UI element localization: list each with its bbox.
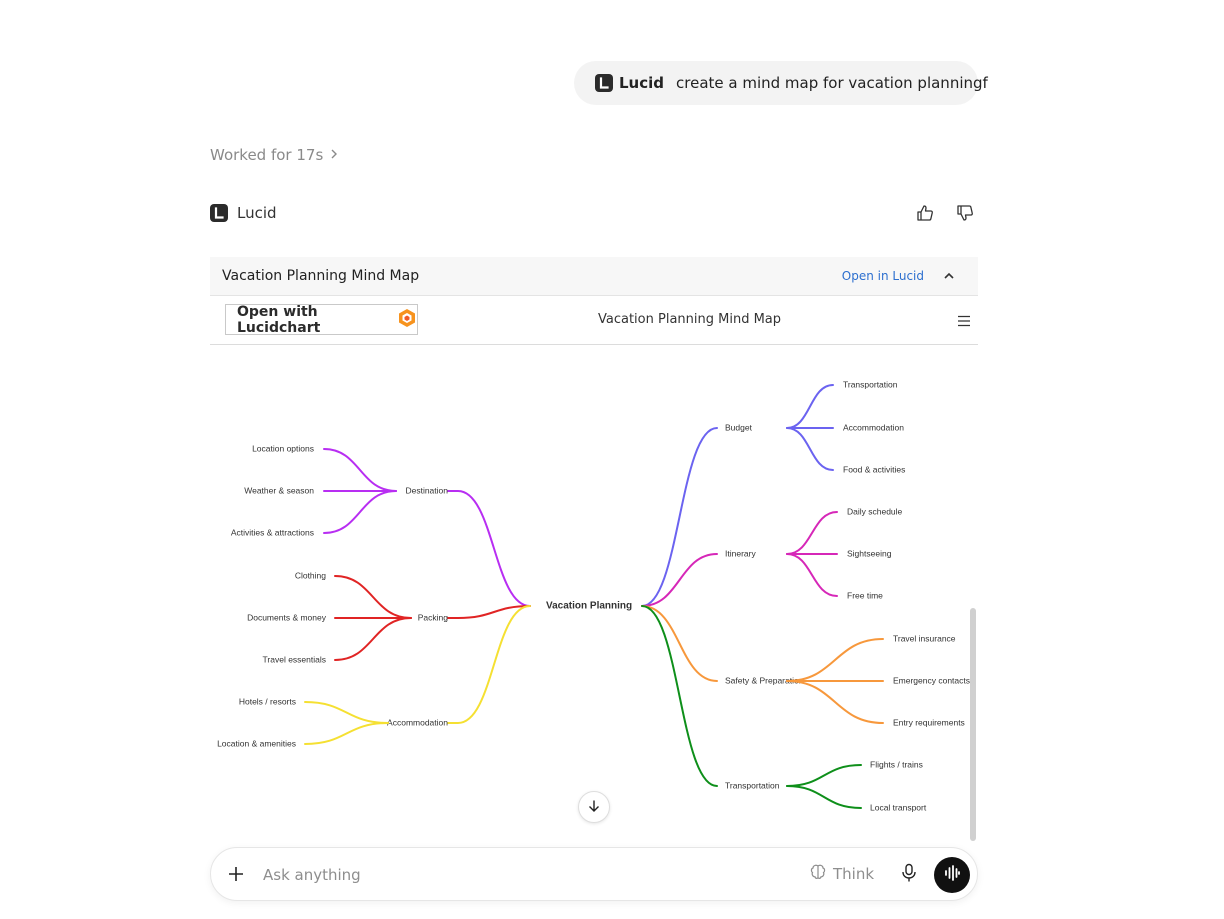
think-button[interactable]: Think bbox=[809, 863, 874, 885]
microphone-icon[interactable] bbox=[900, 863, 918, 882]
child-label: Emergency contacts bbox=[893, 675, 970, 685]
child-label: Flights / trains bbox=[870, 759, 923, 769]
child-connector bbox=[323, 490, 397, 534]
feedback-actions bbox=[916, 204, 974, 222]
chat-page: Lucid create a mind map for vacation pla… bbox=[0, 0, 1224, 919]
open-in-lucid-link[interactable]: Open in Lucid bbox=[842, 269, 924, 283]
user-message-text: create a mind map for vacation planningf bbox=[676, 74, 988, 92]
child-connector bbox=[304, 722, 389, 745]
branch-label: Budget bbox=[725, 422, 753, 432]
root-node-label: Vacation Planning bbox=[546, 601, 632, 612]
branch-label: Accommodation bbox=[387, 717, 448, 727]
branch-connector bbox=[447, 490, 531, 607]
lucid-logo-icon bbox=[595, 74, 613, 92]
child-connector bbox=[304, 701, 389, 724]
child-label: Accommodation bbox=[843, 422, 904, 432]
branch-label: Itinerary bbox=[725, 548, 756, 558]
canvas-scrollbar[interactable] bbox=[970, 608, 976, 841]
child-label: Food & activities bbox=[843, 464, 905, 474]
open-with-lucidchart-button[interactable]: Open with Lucidchart bbox=[225, 303, 418, 336]
scroll-to-bottom-button[interactable] bbox=[578, 791, 610, 823]
lucid-viewer-toolbar: Open with Lucidchart Vacation Planning M… bbox=[210, 296, 978, 345]
branch-label: Destination bbox=[405, 485, 448, 495]
child-connector bbox=[786, 511, 838, 555]
assistant-name: Lucid bbox=[237, 204, 277, 222]
child-label: Activities & attractions bbox=[231, 527, 314, 537]
sound-wave-icon bbox=[943, 864, 961, 886]
child-label: Daily schedule bbox=[847, 506, 903, 516]
child-label: Transportation bbox=[843, 379, 898, 389]
thumbs-up-icon[interactable] bbox=[916, 204, 934, 222]
branch-connector bbox=[447, 605, 531, 724]
open-with-lucidchart-label: Open with Lucidchart bbox=[237, 303, 321, 336]
assistant-header: Lucid bbox=[210, 202, 978, 224]
embed-header: Vacation Planning Mind Map Open in Lucid bbox=[210, 257, 978, 296]
child-connector bbox=[786, 785, 862, 809]
mind-map-canvas[interactable]: Destination Location options Weather & sea… bbox=[210, 345, 978, 856]
child-connector bbox=[323, 448, 397, 492]
lucid-embed-card: Vacation Planning Mind Map Open in Lucid… bbox=[210, 257, 978, 857]
hamburger-menu-icon[interactable] bbox=[955, 312, 973, 330]
child-label: Hotels / resorts bbox=[239, 696, 296, 706]
lucid-logo-icon bbox=[210, 204, 228, 222]
worked-status-text: Worked for 17s bbox=[210, 146, 324, 164]
viewer-doc-title: Vacation Planning Mind Map bbox=[598, 312, 782, 327]
child-label: Location options bbox=[252, 443, 314, 453]
lucidchart-logo-icon bbox=[397, 308, 417, 332]
mind-map-diagram: Destination Location options Weather & sea… bbox=[217, 379, 970, 812]
embed-title: Vacation Planning Mind Map bbox=[222, 268, 420, 284]
child-label: Entry requirements bbox=[893, 717, 965, 727]
child-label: Travel essentials bbox=[263, 654, 326, 664]
ask-input[interactable] bbox=[261, 860, 785, 890]
child-label: Local transport bbox=[870, 802, 927, 812]
worked-status-toggle[interactable]: Worked for 17s bbox=[210, 146, 339, 164]
arrow-down-icon bbox=[587, 798, 601, 817]
user-message-bubble: Lucid create a mind map for vacation pla… bbox=[574, 61, 988, 105]
child-label: Free time bbox=[847, 590, 883, 600]
child-label: Clothing bbox=[295, 570, 326, 580]
brain-icon bbox=[809, 863, 827, 885]
chevron-right-icon bbox=[329, 146, 339, 164]
child-label: Sightseeing bbox=[847, 548, 892, 558]
child-connector bbox=[334, 575, 412, 619]
child-connector bbox=[786, 427, 834, 471]
branch-connector bbox=[641, 605, 718, 787]
child-label: Weather & season bbox=[244, 485, 314, 495]
think-label: Think bbox=[833, 865, 875, 883]
child-connector bbox=[786, 764, 862, 787]
child-connector bbox=[786, 680, 884, 724]
branch-label: Packing bbox=[418, 612, 449, 622]
child-connector bbox=[334, 617, 412, 661]
child-connector bbox=[786, 553, 838, 597]
user-message-app-name: Lucid bbox=[619, 74, 665, 92]
thumbs-down-icon[interactable] bbox=[956, 204, 974, 222]
plus-icon[interactable] bbox=[227, 865, 245, 883]
child-connector bbox=[786, 384, 834, 429]
branch-connector bbox=[641, 605, 718, 682]
branch-label: Transportation bbox=[725, 780, 780, 790]
voice-mode-button[interactable] bbox=[934, 857, 970, 893]
message-composer: Think bbox=[210, 847, 978, 901]
chevron-up-icon[interactable] bbox=[940, 267, 958, 285]
child-label: Travel insurance bbox=[893, 633, 956, 643]
child-label: Location & amenities bbox=[217, 738, 296, 748]
child-label: Documents & money bbox=[247, 612, 327, 622]
